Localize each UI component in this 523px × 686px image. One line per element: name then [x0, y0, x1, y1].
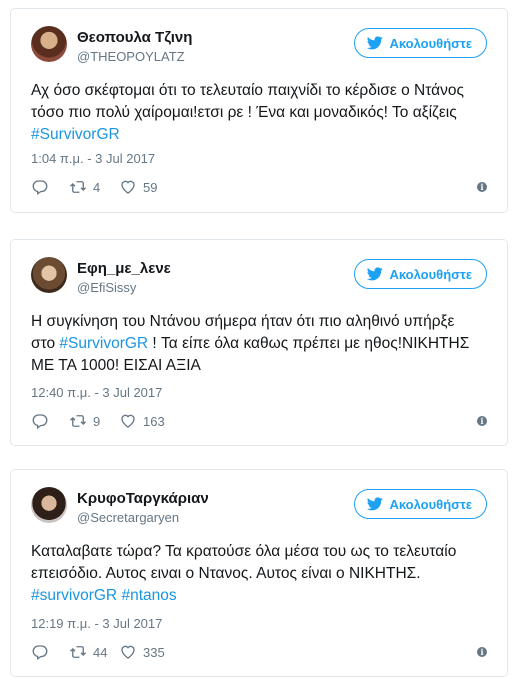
retweet-count: 4 — [93, 179, 101, 195]
hashtag-link[interactable]: #survivorGR — [31, 587, 117, 604]
info-icon[interactable]: i — [477, 416, 487, 426]
tweet-timestamp[interactable]: 1:04 π.μ. - 3 Jul 2017 — [31, 151, 155, 166]
tweet-text-segment: ! Τα είπε όλα καθως πρέπει με ηθος!ΝΙΚΗΤ… — [148, 335, 470, 352]
like-count: 335 — [143, 644, 165, 660]
tweet-actions: 9 163 — [31, 412, 165, 430]
heart-icon — [121, 414, 135, 428]
reply-icon — [32, 414, 48, 430]
retweet-icon — [70, 181, 86, 193]
tweet-text-line: Αχ όσο σκέφτομαι ότι το τελευταίο παιχνί… — [31, 82, 464, 99]
heart-icon — [121, 180, 135, 194]
tweet-text-line: Η συγκίνηση του Ντάνου σήμερα ήταν ότι π… — [31, 313, 455, 330]
follow-button[interactable]: Ακολουθήστε — [354, 259, 487, 289]
info-icon[interactable]: i — [477, 182, 487, 192]
follow-button-label: Ακολουθήστε — [389, 496, 472, 512]
avatar[interactable] — [31, 487, 67, 523]
info-icon[interactable]: i — [477, 647, 487, 657]
tweet-text-line: επεισόδιο. Αυτος ειναι ο Ντανος. Αυτος ε… — [31, 565, 421, 582]
avatar[interactable] — [31, 257, 67, 293]
like-button[interactable]: 163 — [119, 412, 165, 430]
reply-icon — [32, 180, 48, 196]
retweet-icon — [70, 415, 86, 427]
twitter-bird-icon — [367, 36, 384, 50]
reply-icon — [32, 645, 48, 661]
heart-icon — [121, 645, 135, 659]
follow-button-label: Ακολουθήστε — [389, 266, 472, 282]
retweet-button[interactable]: 4 — [69, 178, 119, 196]
user-handle[interactable]: @Secretargaryen — [77, 510, 179, 526]
reply-button[interactable] — [31, 412, 69, 430]
hashtag-link[interactable]: #SurvivorGR — [59, 335, 148, 352]
retweet-count: 9 — [93, 413, 101, 429]
like-button[interactable]: 59 — [119, 178, 157, 196]
tweet-timestamp[interactable]: 12:40 π.μ. - 3 Jul 2017 — [31, 385, 162, 400]
follow-button[interactable]: Ακολουθήστε — [354, 28, 487, 58]
tweet-text: Αχ όσο σκέφτομαι ότι το τελευταίο παιχνί… — [31, 80, 489, 146]
user-display-name[interactable]: ΚρυφοΤαργκάριαν — [77, 490, 209, 508]
tweet-text: Η συγκίνηση του Ντάνου σήμερα ήταν ότι π… — [31, 311, 489, 377]
tweet-text-segment: στο — [31, 335, 60, 352]
tweet-card: Θεοπουλα Τζινη @THEOPOYLATZ Ακολουθήστε … — [10, 8, 508, 213]
follow-button[interactable]: Ακολουθήστε — [354, 489, 487, 519]
like-count: 59 — [143, 179, 158, 195]
user-handle[interactable]: @THEOPOYLATZ — [77, 49, 185, 65]
retweet-button[interactable]: 9 — [69, 412, 119, 430]
tweet-actions: 44 335 — [31, 643, 165, 661]
twitter-bird-icon — [367, 267, 384, 281]
avatar[interactable] — [31, 26, 67, 62]
tweet-timestamp[interactable]: 12:19 π.μ. - 3 Jul 2017 — [31, 616, 162, 631]
tweet-text-line: τόσο πιο πολύ χαίρομαι!ετσι ρε ! Ένα και… — [31, 104, 457, 121]
tweet-text: Καταλαβατε τώρα? Τα κρατούσε όλα μέσα το… — [31, 541, 489, 607]
hashtag-link[interactable]: #SurvivorGR — [31, 126, 120, 143]
hashtag-link[interactable]: #ntanos — [121, 587, 176, 604]
tweet-card: ΚρυφοΤαργκάριαν @Secretargaryen Ακολουθή… — [10, 469, 508, 677]
twitter-bird-icon — [367, 497, 384, 511]
like-button[interactable]: 335 — [119, 643, 165, 661]
retweet-icon — [70, 646, 86, 658]
reply-button[interactable] — [31, 643, 69, 661]
tweet-card: Εφη_με_λενε @EfiSissy Ακολουθήστε Η συγκ… — [10, 239, 508, 446]
user-display-name[interactable]: Θεοπουλα Τζινη — [77, 29, 192, 47]
retweet-button[interactable]: 44 — [69, 643, 119, 661]
user-display-name[interactable]: Εφη_με_λενε — [77, 260, 171, 278]
tweet-text-line: Καταλαβατε τώρα? Τα κρατούσε όλα μέσα το… — [31, 543, 457, 560]
reply-button[interactable] — [31, 178, 69, 196]
retweet-count: 44 — [93, 644, 108, 660]
user-handle[interactable]: @EfiSissy — [77, 280, 136, 296]
like-count: 163 — [143, 413, 165, 429]
tweet-text-line: ΜΕ ΤΑ 1000! ΕΙΣΑΙ ΑΞΙΑ — [31, 357, 201, 374]
follow-button-label: Ακολουθήστε — [389, 35, 472, 51]
tweet-actions: 4 59 — [31, 178, 157, 196]
